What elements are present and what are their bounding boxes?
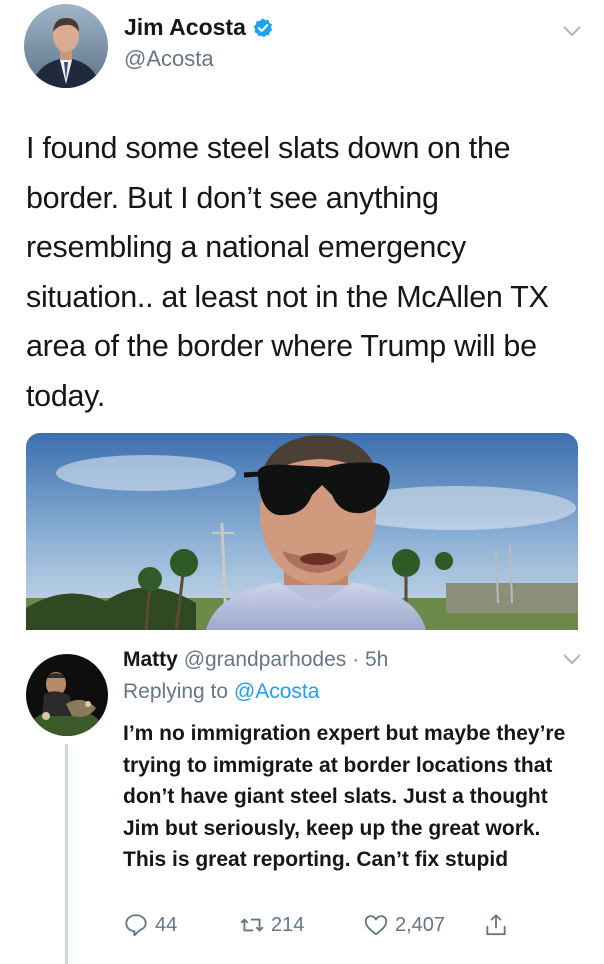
replying-to-label: Replying to: [123, 680, 229, 703]
reply-icon: [125, 914, 147, 937]
author-name[interactable]: Jim Acosta: [124, 14, 246, 41]
replying-to: Replying to @Acosta: [123, 680, 319, 704]
reply-action[interactable]: 44: [123, 912, 177, 938]
action-bar: 44 214 2,407: [123, 912, 563, 952]
thread-line: [65, 744, 68, 964]
reply-text: I’m no immigration expert but maybe they…: [123, 722, 566, 871]
verified-badge-icon: [253, 17, 273, 37]
reply-count: 44: [155, 913, 178, 936]
author-name-row: Jim Acosta: [124, 14, 274, 41]
reply-author-name[interactable]: Matty: [123, 648, 178, 671]
retweet-count: 214: [271, 913, 305, 936]
reply-author-avatar[interactable]: [26, 654, 108, 736]
retweet-action[interactable]: 214: [239, 912, 304, 938]
tweet-text: I found some steel slats down on the bor…: [26, 131, 549, 413]
reply-author-handle[interactable]: @grandparhodes: [184, 648, 347, 671]
chevron-down-icon[interactable]: [562, 24, 582, 38]
like-icon: [364, 915, 388, 936]
replying-to-link[interactable]: @Acosta: [234, 680, 320, 703]
like-action[interactable]: 2,407: [363, 912, 445, 938]
share-icon: [486, 913, 506, 936]
retweet-icon: [240, 918, 264, 932]
author-avatar[interactable]: [24, 4, 108, 88]
reply-header: Matty @grandparhodes · 5h: [123, 648, 388, 672]
share-action[interactable]: [483, 912, 515, 938]
tweet-video-thumbnail[interactable]: [26, 433, 578, 630]
reply-tweet: Matty @grandparhodes · 5h Replying to @A…: [0, 640, 604, 964]
like-count: 2,407: [395, 913, 446, 936]
meta-separator: ·: [352, 648, 360, 671]
reply-timestamp[interactable]: 5h: [365, 648, 388, 671]
reply-chevron-down-icon[interactable]: [562, 652, 582, 666]
author-handle[interactable]: @Acosta: [124, 46, 214, 72]
